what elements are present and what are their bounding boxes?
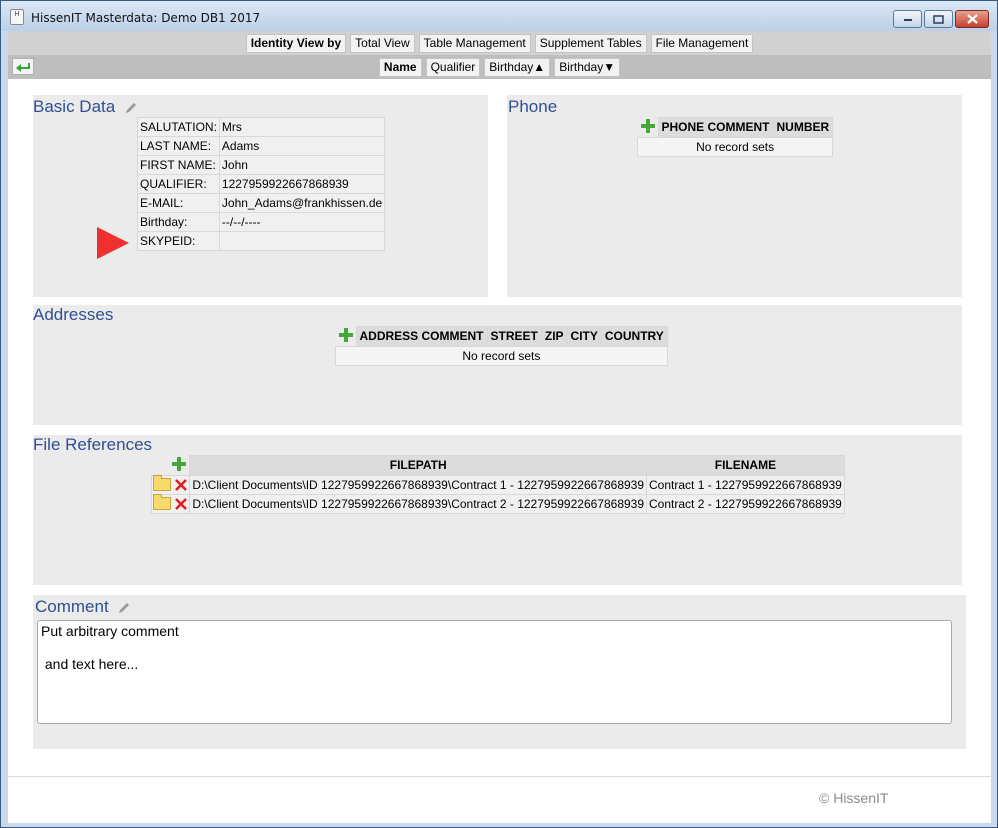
field-label: QUALIFIER:	[137, 174, 220, 194]
column-header[interactable]: ZIP	[540, 326, 568, 347]
phone-title: Phone	[508, 97, 558, 116]
open-folder-icon[interactable]	[153, 475, 171, 492]
app-icon: H	[10, 9, 24, 25]
minimize-icon	[903, 19, 912, 21]
field-value: Mrs	[218, 117, 386, 137]
add-phone-icon[interactable]	[640, 118, 656, 134]
field-label: FIRST NAME:	[137, 155, 220, 175]
filepath-cell[interactable]: D:\Client Documents\ID 12279599226678689…	[189, 493, 648, 514]
basic-data-panel: Basic Data SALUTATION: Mrs LAST NAME: Adam…	[33, 95, 488, 297]
delete-icon[interactable]	[174, 478, 188, 492]
phone-panel: Phone PHONE COMMENT NUMBER No record set…	[507, 95, 962, 297]
table-row: LAST NAME: Adams	[137, 136, 386, 156]
comment-panel: Comment Put arbitrary comment and text h…	[33, 595, 966, 749]
comment-line: Put arbitrary comment	[41, 623, 179, 639]
field-value	[218, 231, 386, 251]
field-label: SALUTATION:	[137, 117, 220, 137]
comment-title: Comment	[35, 597, 131, 617]
sort-nav-bar: Name Qualifier Birthday▲ Birthday▼	[8, 55, 991, 79]
table-management-button[interactable]: Table Management	[418, 33, 531, 53]
field-label: E-MAIL:	[137, 193, 220, 213]
table-row: D:\Client Documents\ID 12279599226678689…	[150, 474, 845, 495]
total-view-button[interactable]: Total View	[350, 33, 415, 53]
copyright-text: © HissenIT	[819, 790, 889, 806]
table-row: SKYPEID:	[137, 231, 386, 251]
field-value: Adams	[218, 136, 386, 156]
add-address-icon[interactable]	[338, 327, 354, 343]
table-row: Birthday: --/--/----	[137, 212, 386, 232]
close-button[interactable]	[955, 10, 989, 28]
table-row: FIRST NAME: John	[137, 155, 386, 175]
column-header[interactable]: FILEPATH	[189, 455, 648, 476]
column-header[interactable]: COUNTRY	[600, 326, 668, 347]
back-button[interactable]	[12, 58, 34, 75]
column-header[interactable]: PHONE COMMENT	[657, 117, 774, 138]
sort-name-button[interactable]: Name	[378, 57, 422, 77]
column-header[interactable]: ADDRESS COMMENT	[355, 326, 488, 347]
file-management-button[interactable]: File Management	[650, 33, 754, 53]
add-file-reference-icon[interactable]	[171, 456, 187, 472]
filename-cell[interactable]: Contract 1 - 1227959922667868939	[646, 474, 845, 495]
app-window: H HissenIT Masterdata: Demo DB1 2017 Ide…	[0, 0, 998, 828]
client-area: Identity View by Total View Table Manage…	[8, 31, 991, 823]
empty-message: No record sets	[335, 345, 668, 366]
view-nav-bar: Identity View by Total View Table Manage…	[8, 31, 991, 55]
supplement-tables-button[interactable]: Supplement Tables	[534, 33, 647, 53]
sort-qualifier-button[interactable]: Qualifier	[425, 57, 481, 77]
column-header[interactable]: NUMBER	[772, 117, 834, 138]
footer-divider	[8, 776, 991, 777]
addresses-title: Addresses	[33, 305, 114, 324]
maximize-button[interactable]	[924, 10, 953, 28]
sort-birthday-asc-button[interactable]: Birthday▲	[484, 57, 551, 77]
open-folder-icon[interactable]	[153, 494, 171, 511]
window-title: HissenIT Masterdata: Demo DB1 2017	[31, 11, 261, 25]
empty-message: No record sets	[636, 136, 834, 157]
identity-view-button[interactable]: Identity View by	[245, 33, 347, 53]
file-references-table: FILEPATH FILENAME D:\Client Documents\ID…	[150, 455, 845, 514]
marker-arrow-icon	[97, 227, 129, 259]
field-value: John	[218, 155, 386, 175]
column-header[interactable]: CITY	[566, 326, 602, 347]
field-value: John_Adams@frankhissen.de	[218, 193, 386, 213]
comment-textarea[interactable]: Put arbitrary comment and text here...	[37, 620, 952, 724]
minimize-button[interactable]	[893, 10, 922, 28]
table-row: E-MAIL: John_Adams@frankhissen.de	[137, 193, 386, 213]
title-bar[interactable]: H HissenIT Masterdata: Demo DB1 2017	[1, 1, 997, 31]
table-row: D:\Client Documents\ID 12279599226678689…	[150, 493, 845, 514]
addresses-table: ADDRESS COMMENT STREET ZIP CITY COUNTRY …	[335, 326, 668, 366]
field-label: LAST NAME:	[137, 136, 220, 156]
close-icon	[966, 14, 978, 24]
field-value: --/--/----	[218, 212, 386, 232]
file-references-panel: File References FILEPATH FILENAME D:\Cli…	[33, 435, 962, 585]
table-row: QUALIFIER: 1227959922667868939	[137, 174, 386, 194]
table-row: SALUTATION: Mrs	[137, 117, 386, 137]
back-arrow-icon	[16, 62, 30, 72]
addresses-panel: Addresses ADDRESS COMMENT STREET ZIP CIT…	[33, 305, 962, 425]
filename-cell[interactable]: Contract 2 - 1227959922667868939	[646, 493, 845, 514]
maximize-icon	[933, 14, 944, 24]
edit-pencil-icon[interactable]	[124, 101, 138, 115]
delete-icon[interactable]	[174, 497, 188, 511]
basic-data-table: SALUTATION: Mrs LAST NAME: Adams FIRST NAM…	[137, 117, 386, 251]
field-label: Birthday:	[137, 212, 220, 232]
comment-line: and text here...	[41, 656, 139, 672]
column-header[interactable]: FILENAME	[646, 455, 845, 476]
sort-birthday-desc-button[interactable]: Birthday▼	[554, 57, 621, 77]
column-header[interactable]: STREET	[486, 326, 542, 347]
filepath-cell[interactable]: D:\Client Documents\ID 12279599226678689…	[189, 474, 648, 495]
edit-pencil-icon[interactable]	[117, 601, 131, 615]
phone-table: PHONE COMMENT NUMBER No record sets	[636, 117, 834, 157]
field-label: SKYPEID:	[137, 231, 220, 251]
field-value: 1227959922667868939	[218, 174, 386, 194]
file-references-title: File References	[33, 435, 153, 454]
basic-data-title: Basic Data	[33, 97, 138, 117]
